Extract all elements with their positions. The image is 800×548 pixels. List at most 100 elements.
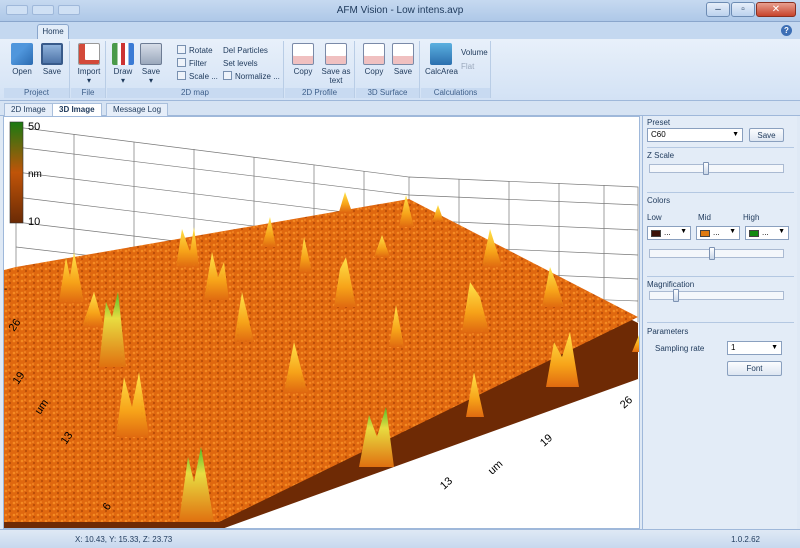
group-calculations: CalcArea Volume Flat Calculations [421,41,491,98]
tab-message-log[interactable]: Message Log [106,103,169,116]
flat-button[interactable]: Flat [461,61,474,72]
group-project: Open Save Project [4,41,70,98]
tab-3d-image[interactable]: 3D Image [52,103,102,117]
colorbar-gradient [9,121,24,224]
rotate-icon [177,45,186,54]
calcarea-button[interactable]: CalcArea [425,43,458,76]
rotate-button[interactable]: Rotate [177,45,213,56]
zscale-slider-thumb[interactable] [703,162,709,175]
preset-save-button[interactable]: Save [749,128,784,142]
chevron-down-icon: ▼ [771,344,778,351]
ribbon: Open Save Project Import ▾ File Draw ▾ Sav… [0,39,800,101]
chart-bars-icon [112,43,134,65]
surface-3d-view[interactable]: 50 nm 10 - 26 19 um 13 6 13 um 19 26 [3,116,640,529]
window-title: AFM Vision - Low intens.avp [336,5,464,16]
group-file: Import ▾ File [71,41,106,98]
group-label-project: Project [4,88,69,98]
low-color-swatch [651,230,661,237]
magnification-slider-thumb[interactable] [673,289,679,302]
open-button[interactable]: Open [10,43,34,76]
tab-2d-image[interactable]: 2D Image [4,103,53,116]
group-label-calculations: Calculations [421,88,490,98]
divider [647,276,794,277]
preset-select[interactable]: C60 ▼ [647,128,743,142]
version-label: 1.0.2.62 [731,535,760,544]
chevron-down-icon: ▼ [778,228,785,235]
normalize-icon [223,71,232,80]
scale-icon [177,71,186,80]
minimize-button[interactable]: ‒ [706,2,730,17]
low-color-picker[interactable]: ... ▼ [647,226,691,240]
sampling-rate-label: Sampling rate [655,344,705,353]
save-2d-button[interactable]: Save ▾ [139,43,163,85]
ribbon-tab-row: Home ? [0,22,800,40]
zscale-slider[interactable] [649,162,784,175]
divider [647,322,794,323]
high-color-picker[interactable]: ... ▼ [745,226,789,240]
magnification-label: Magnification [647,280,695,289]
surface-copy-button[interactable]: Copy [360,43,388,76]
chevron-down-icon: ▼ [729,228,736,235]
svg-text:-: - [4,284,7,295]
scale-button[interactable]: Scale ... [177,71,218,82]
color-balance-slider[interactable] [649,247,784,260]
colorbar-max-label: 50 [28,121,40,133]
group-2d-profile: Copy Save as text 2D Profile [285,41,355,98]
magnification-slider[interactable] [649,289,784,302]
surface-save-button[interactable]: Save [389,43,417,76]
maximize-button[interactable]: ▫ [731,2,755,17]
divider [647,147,794,148]
zscale-label: Z Scale [647,151,675,160]
profile-save-icon [325,43,347,65]
colorbar-unit-label: nm [28,169,42,180]
group-label-file: File [71,88,105,98]
color-balance-slider-thumb[interactable] [709,247,715,260]
surface-save-icon [392,43,414,65]
filter-button[interactable]: Filter [177,58,207,69]
colorbar-min-label: 10 [28,216,40,228]
mid-color-picker[interactable]: ... ▼ [696,226,740,240]
filter-icon [177,58,186,67]
high-color-swatch [749,230,759,237]
calcarea-icon [430,43,452,65]
surface-copy-icon [363,43,385,65]
parameters-label: Parameters [647,327,689,336]
title-bar: AFM Vision - Low intens.avp ‒ ▫ ✕ [0,0,800,22]
divider [647,192,794,193]
sampling-rate-select[interactable]: 1 ▼ [727,341,782,355]
high-label: High [743,213,760,222]
tab-home[interactable]: Home [37,24,69,40]
colorbar: 50 nm 10 [9,121,42,228]
save-as-text-button[interactable]: Save as text [319,43,353,85]
save-project-button[interactable]: Save [40,43,64,76]
del-particles-button[interactable]: Del Particles [223,45,268,56]
document-tabs: 2D Image 3D Image Message Log [0,101,800,117]
cursor-coordinates: X: 10.43, Y: 15.33, Z: 23.73 [75,535,173,544]
help-icon[interactable]: ? [781,25,792,36]
surface-3d-plot[interactable]: 50 nm 10 - 26 19 um 13 6 13 um 19 26 [4,117,640,529]
profile-copy-button[interactable]: Copy [289,43,317,76]
import-button[interactable]: Import ▾ [75,43,103,85]
profile-copy-icon [292,43,314,65]
mid-label: Mid [698,213,711,222]
chevron-down-icon: ▼ [732,131,739,138]
bottom-axis-unit: um [486,458,505,477]
low-label: Low [647,213,662,222]
group-label-3d-surface: 3D Surface [356,88,419,98]
close-button[interactable]: ✕ [756,2,796,17]
normalize-button[interactable]: Normalize ... [223,71,280,82]
group-label-2d-profile: 2D Profile [285,88,354,98]
set-levels-button[interactable]: Set levels [223,58,258,69]
volume-button[interactable]: Volume [461,47,488,58]
import-icon [78,43,100,65]
status-bar: X: 10.43, Y: 15.33, Z: 23.73 1.0.2.62 [0,529,800,548]
group-2d-map: Draw ▾ Save ▾ Rotate Filter Scale ... Del … [107,41,284,98]
draw-button[interactable]: Draw ▾ [111,43,135,85]
preset-label: Preset [647,118,671,127]
font-button[interactable]: Font [727,361,782,376]
group-label-2d-map: 2D map [107,88,283,98]
mid-color-swatch [700,230,710,237]
colors-label: Colors [647,196,671,205]
settings-panel: Preset C60 ▼ Save Z Scale Colors Low Mid … [642,116,797,529]
bottom-axis-tick: 19 [538,432,555,449]
